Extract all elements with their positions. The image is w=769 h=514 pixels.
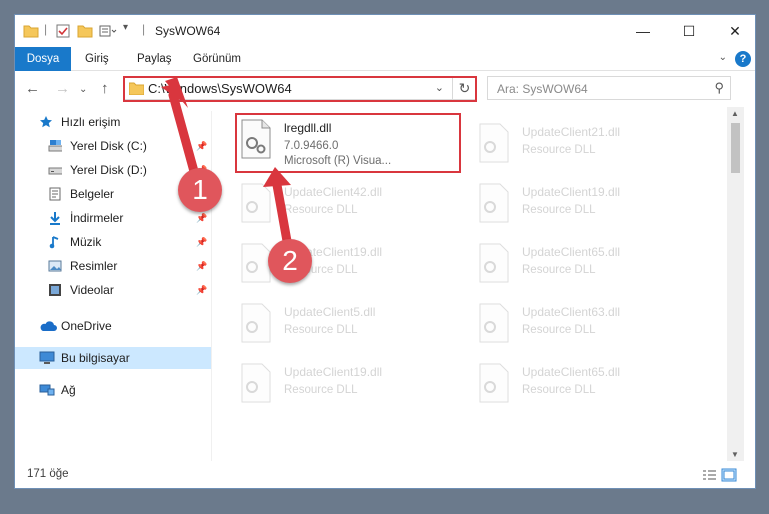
annotation-arrows xyxy=(161,77,292,246)
arrow-2-head xyxy=(263,167,291,187)
step-2-badge: 2 xyxy=(268,239,312,283)
arrow-1 xyxy=(168,90,200,180)
step-1-badge: 1 xyxy=(178,168,222,212)
explorer-window: | ▾ | SysWOW64 — ☐ ✕ Dosya Giriş Paylaş … xyxy=(14,14,756,489)
arrow-2 xyxy=(272,180,292,246)
